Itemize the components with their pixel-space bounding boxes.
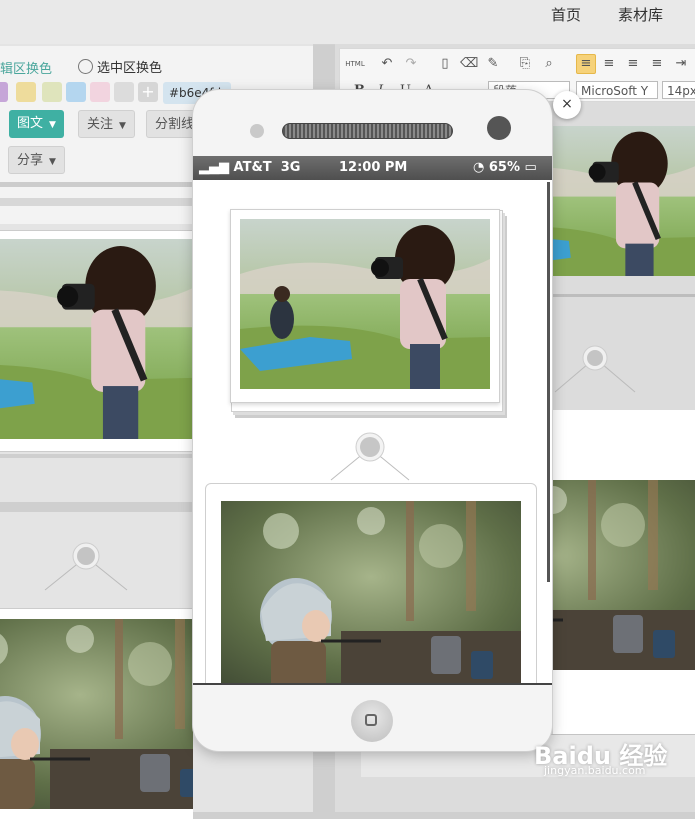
photo-girl-camera-image: [553, 126, 695, 276]
carrier-label: AT&T: [233, 160, 272, 175]
font-family-select[interactable]: MicroSoft Y: [576, 81, 658, 99]
format-brush-icon[interactable]: ✎: [484, 55, 502, 73]
tab-image-text[interactable]: 图文 ▼: [9, 110, 64, 138]
font-size-select[interactable]: 14px: [662, 81, 695, 99]
top-nav: 首页 素材库: [0, 0, 695, 45]
nav-materials-link[interactable]: 素材库: [618, 4, 663, 25]
color-swatch[interactable]: [114, 82, 134, 102]
align-justify-icon[interactable]: ≡: [648, 55, 666, 73]
divider: [0, 454, 193, 458]
home-square-icon: [365, 714, 377, 726]
tab-follow[interactable]: 关注 ▼: [78, 110, 135, 138]
tab-divider-label: 分割线: [155, 117, 195, 132]
proximity-sensor-icon: [487, 116, 511, 140]
photo-frame[interactable]: [230, 209, 500, 403]
divider: [553, 294, 695, 297]
phone-bottom-bezel: [193, 683, 552, 753]
editor-photo-card[interactable]: [553, 410, 695, 736]
nav-home-link[interactable]: 首页: [551, 4, 581, 25]
hanger-pin-icon: [330, 432, 410, 481]
caret-down-icon: ▼: [119, 121, 126, 131]
phone-preview: ▂▄▆ AT&T 3G 12:00 PM ◔ 65% ▭: [193, 90, 552, 751]
battery-status: ◔ 65% ▭: [473, 160, 537, 175]
select-area-color-option[interactable]: 选中区换色: [78, 57, 162, 76]
align-left-icon[interactable]: ≡: [576, 54, 596, 74]
undo-icon[interactable]: ↶: [378, 55, 396, 73]
color-swatch[interactable]: [66, 82, 86, 102]
baidu-watermark: Baidu 经验 jingyan.baidu.com: [534, 736, 667, 777]
battery-label: 65%: [488, 160, 520, 175]
color-swatch[interactable]: [0, 82, 8, 102]
front-camera-icon: [250, 124, 264, 138]
edit-area-color-label[interactable]: 辑区换色: [0, 58, 52, 77]
radio-icon[interactable]: [78, 59, 93, 74]
photo-frame[interactable]: [205, 483, 537, 683]
photo-girl-painting-image: [0, 609, 193, 819]
editor-photo-card[interactable]: [553, 126, 695, 276]
photo-girl-camera-image: [0, 239, 193, 439]
divider: [0, 502, 193, 512]
template-photo-card[interactable]: [0, 608, 193, 819]
align-center-icon[interactable]: ≡: [600, 55, 618, 73]
phone-screen[interactable]: [193, 180, 552, 683]
network-label: 3G: [280, 160, 301, 175]
indent-icon[interactable]: ⇥: [672, 55, 690, 73]
html-source-button[interactable]: HTML: [343, 55, 367, 73]
signal-carrier: ▂▄▆ AT&T 3G: [199, 160, 301, 175]
phone-scrollbar[interactable]: [547, 182, 550, 582]
color-swatch[interactable]: [16, 82, 36, 102]
hanger-pin-icon: [44, 542, 128, 591]
tab-share-label: 分享: [17, 153, 44, 168]
speaker-grille-icon: [282, 123, 453, 139]
hanger-pin-icon: [554, 345, 636, 393]
close-preview-button[interactable]: ×: [553, 91, 581, 119]
eraser-icon[interactable]: ⌫: [460, 55, 478, 73]
watermark-sub: jingyan.baidu.com: [544, 764, 646, 777]
paste-icon[interactable]: ⎘: [516, 55, 534, 73]
tab-follow-label: 关注: [87, 117, 114, 132]
redo-icon[interactable]: ↷: [402, 55, 420, 73]
color-swatch[interactable]: [42, 82, 62, 102]
tab-image-text-label: 图文: [17, 116, 44, 131]
caret-down-icon: ▼: [49, 120, 56, 130]
tab-share[interactable]: 分享 ▼: [8, 146, 65, 174]
color-swatch[interactable]: [90, 82, 110, 102]
select-area-color-label: 选中区换色: [97, 61, 163, 76]
add-color-button[interactable]: +: [138, 82, 158, 102]
align-right-icon[interactable]: ≡: [624, 55, 642, 73]
clock-label: 12:00 PM: [339, 160, 408, 175]
home-button[interactable]: [351, 700, 393, 742]
phone-status-bar: ▂▄▆ AT&T 3G 12:00 PM ◔ 65% ▭: [193, 156, 552, 180]
find-icon[interactable]: ⌕: [540, 55, 558, 73]
photo-girl-painting-image: [553, 410, 695, 736]
photo-girl-painting-image: [221, 496, 521, 683]
new-doc-icon[interactable]: ▯: [436, 55, 454, 73]
caret-down-icon: ▼: [49, 157, 56, 167]
photo-girl-camera-image: [240, 219, 490, 389]
template-photo-card[interactable]: [0, 230, 193, 452]
